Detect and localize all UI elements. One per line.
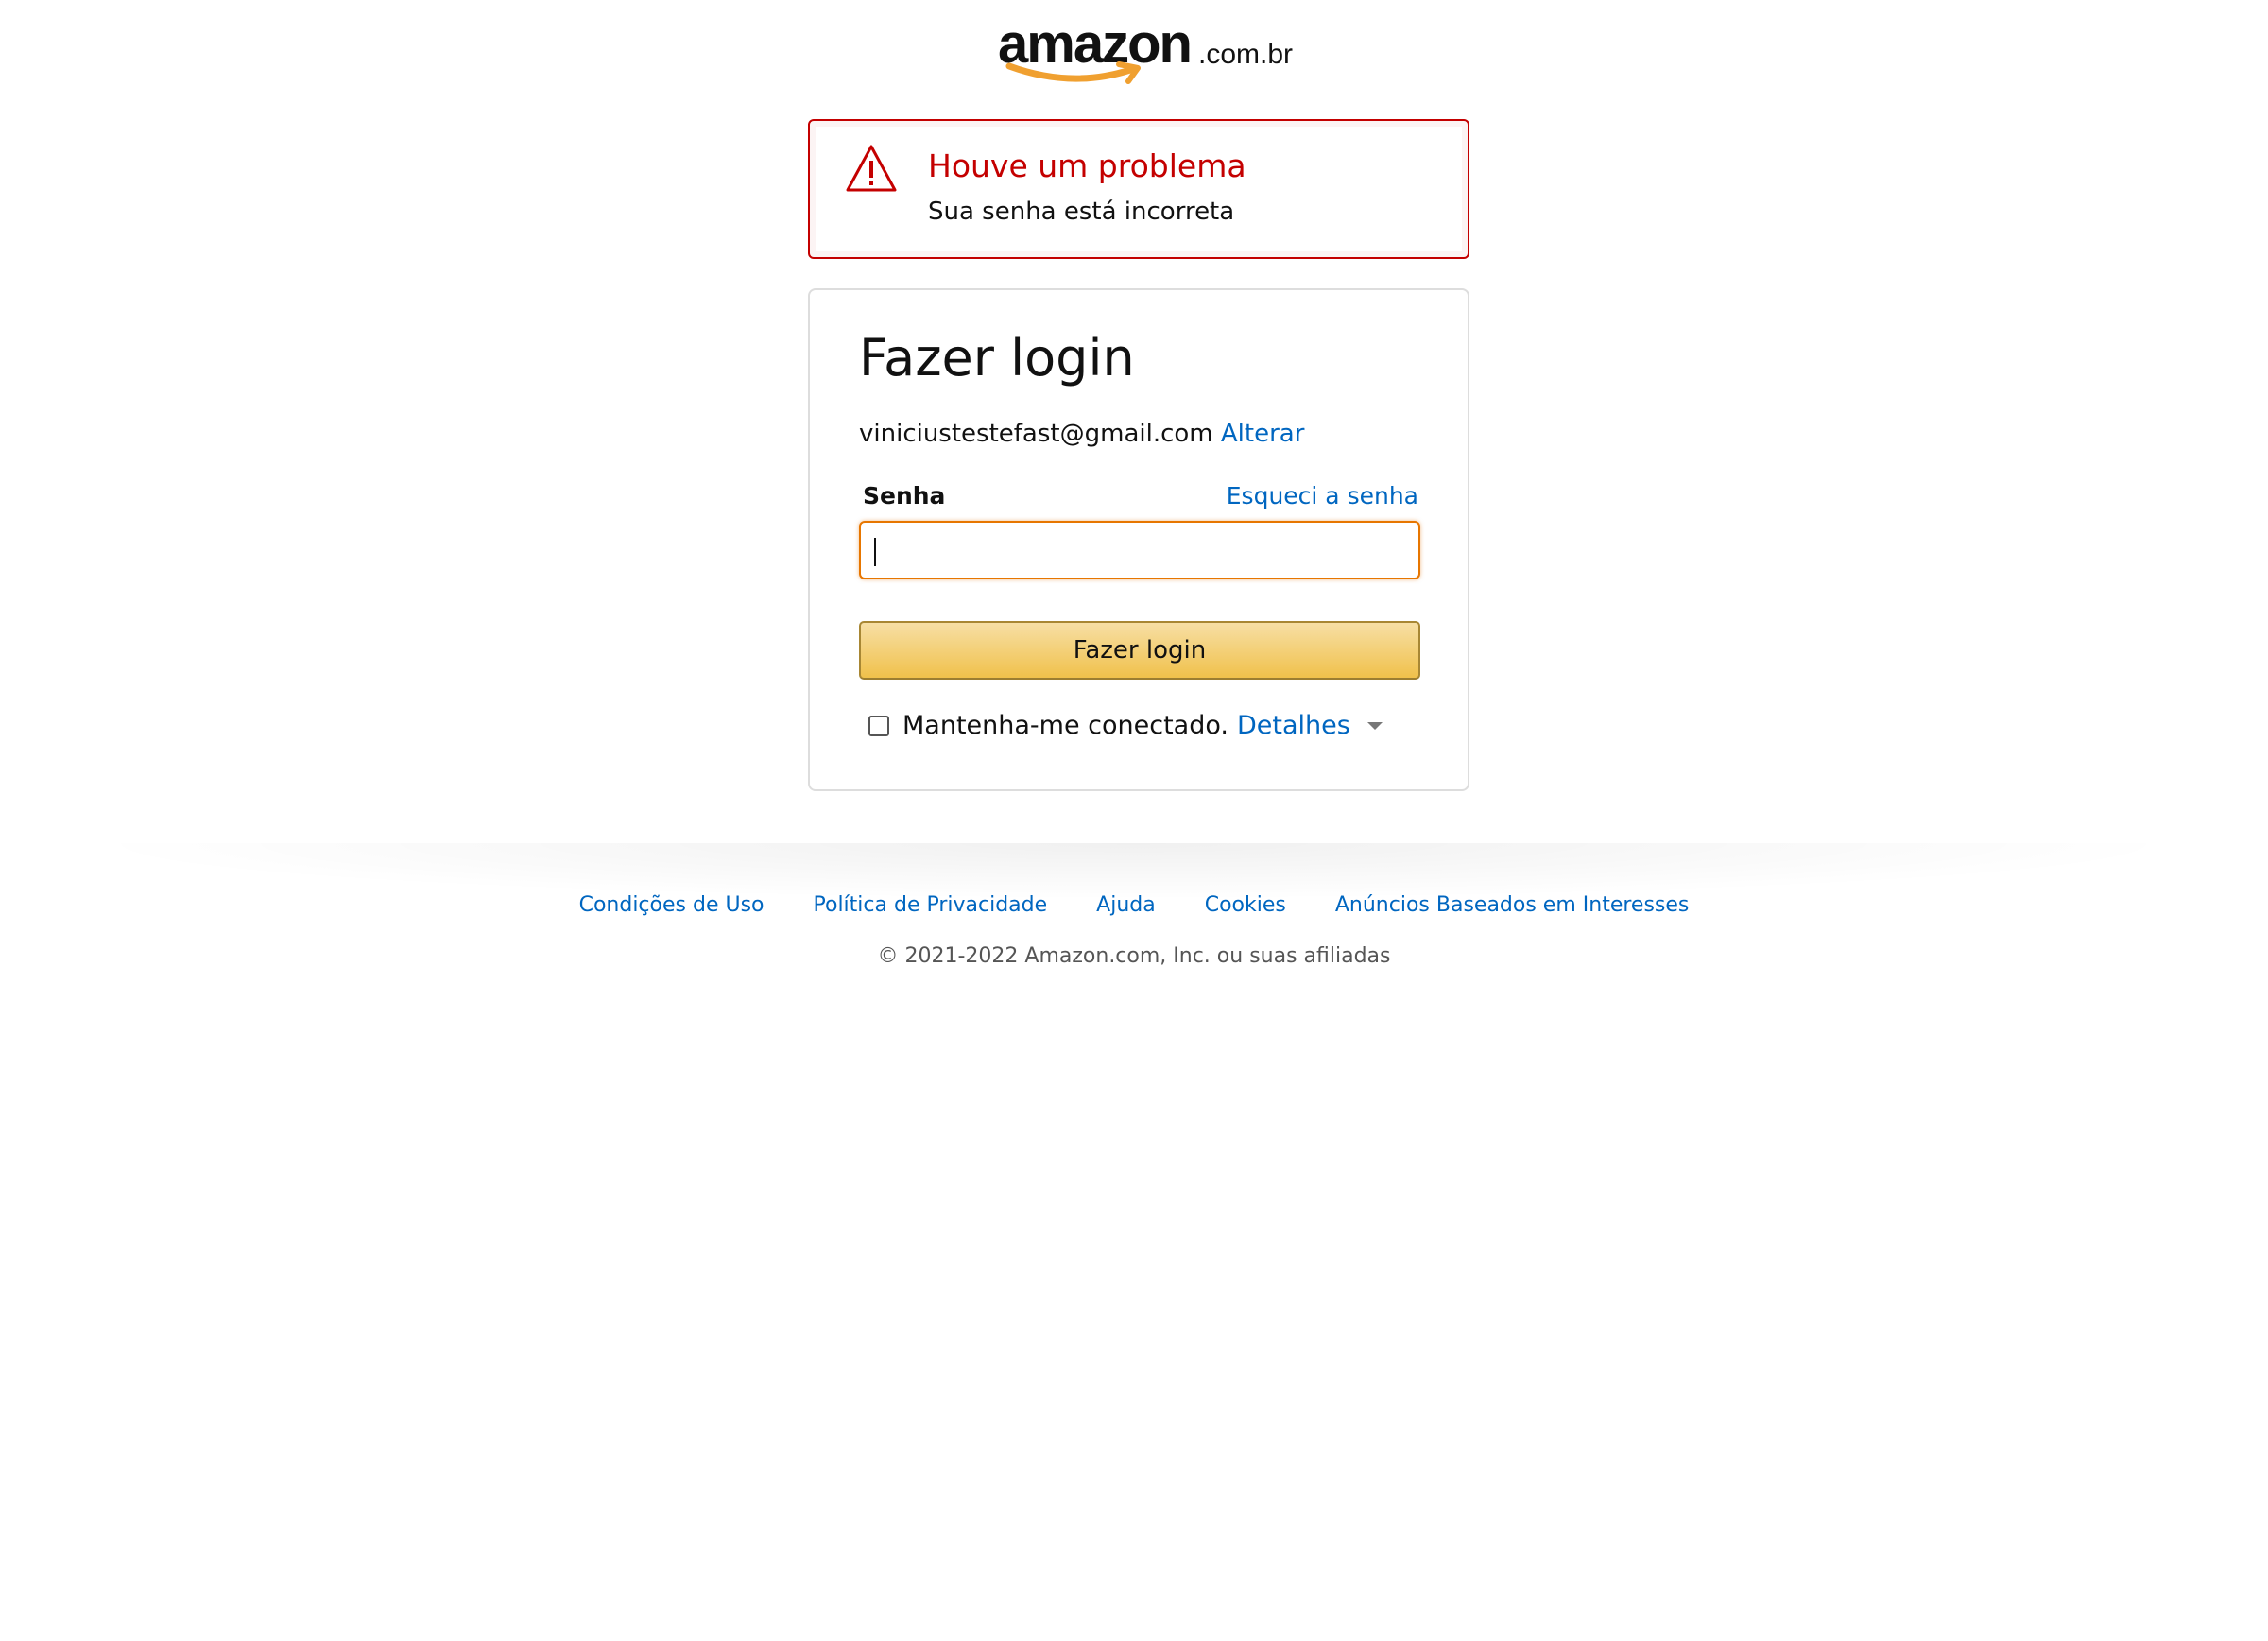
text-cursor: [874, 538, 876, 566]
amazon-logo[interactable]: amazon .com.br: [998, 13, 1293, 91]
account-email: viniciustestefast@gmail.com: [859, 420, 1213, 448]
chevron-down-icon[interactable]: [1366, 722, 1383, 730]
footer-link-help[interactable]: Ajuda: [1096, 889, 1156, 923]
footer-link-cookies[interactable]: Cookies: [1205, 889, 1286, 923]
password-input[interactable]: [859, 521, 1420, 579]
page-title: Fazer login: [859, 328, 1135, 388]
account-identity: viniciustestefast@gmail.com Alterar: [859, 419, 1304, 449]
footer-link-conditions[interactable]: Condições de Uso: [579, 889, 765, 923]
alert-message: Sua senha está incorreta: [928, 198, 1235, 226]
signin-submit-button[interactable]: Fazer login: [859, 621, 1420, 680]
copyright-text: © 2021-2022 Amazon.com, Inc. ou suas afi…: [877, 944, 1391, 968]
forgot-password-link[interactable]: Esqueci a senha: [1227, 481, 1418, 511]
remember-me-label[interactable]: Mantenha-me conectado.: [902, 710, 1228, 742]
alert-heading: Houve um problema: [928, 147, 1246, 184]
logo-domain: .com.br: [1198, 39, 1294, 70]
password-label: Senha: [863, 482, 946, 510]
warning-triangle-icon: [846, 145, 897, 192]
signin-card: Fazer login viniciustestefast@gmail.com …: [808, 288, 1469, 791]
footer-link-ads[interactable]: Anúncios Baseados em Interesses: [1335, 889, 1690, 923]
footer-links: Condições de Uso Política de Privacidade…: [0, 889, 2268, 923]
footer-link-privacy[interactable]: Política de Privacidade: [814, 889, 1048, 923]
remember-me-checkbox[interactable]: [868, 716, 889, 736]
change-account-link[interactable]: Alterar: [1221, 420, 1305, 448]
remember-me-row: Mantenha-me conectado. Detalhes: [868, 710, 1383, 742]
details-link[interactable]: Detalhes: [1237, 710, 1350, 742]
logo-smile-icon: [1005, 61, 1141, 84]
error-alert: Houve um problema Sua senha está incorre…: [808, 119, 1469, 259]
